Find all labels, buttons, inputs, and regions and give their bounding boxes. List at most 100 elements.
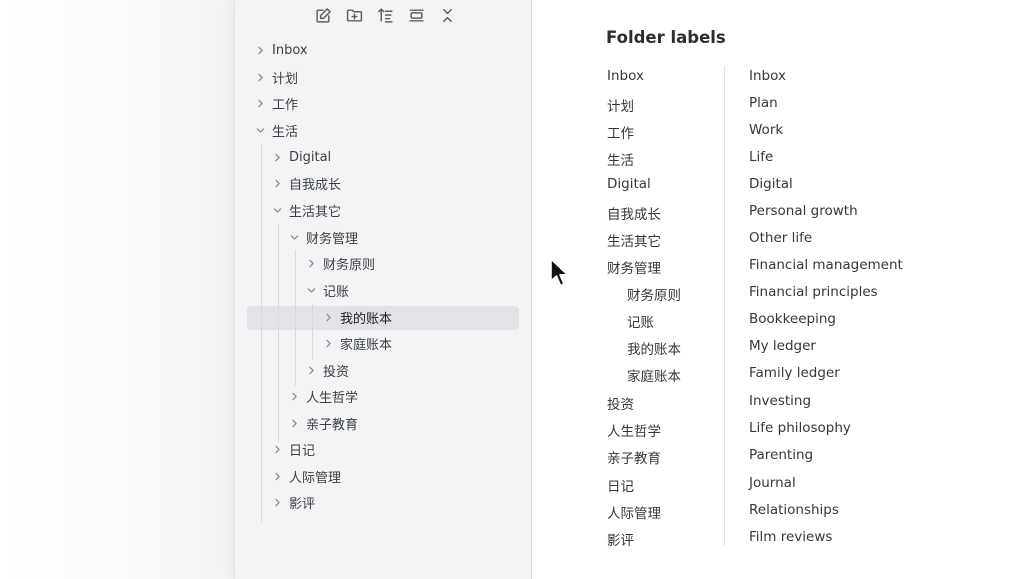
tree-item[interactable]: 投资 — [305, 358, 349, 383]
chevron-right-icon[interactable] — [271, 152, 283, 164]
label-original: 计划 — [607, 99, 634, 115]
tree-item[interactable]: 生活其它 — [271, 198, 341, 223]
mouse-cursor-icon — [550, 258, 569, 287]
label-translation: Personal growth — [749, 203, 858, 219]
tree-item-label: 人生哲学 — [306, 391, 359, 406]
chevron-right-icon[interactable] — [322, 338, 334, 350]
label-original: 家庭账本 — [627, 369, 681, 385]
label-translation: Work — [749, 122, 784, 138]
tree-item[interactable]: 人生哲学 — [288, 384, 358, 409]
chevron-right-icon[interactable] — [288, 391, 300, 403]
tree-item-label: 日记 — [289, 444, 316, 459]
tree-item-label: Digital — [289, 150, 332, 165]
tree-item-label: 计划 — [272, 72, 299, 87]
label-original: 人生哲学 — [607, 424, 661, 440]
explorer-toolbar — [313, 4, 458, 26]
chevron-right-icon[interactable] — [254, 72, 266, 84]
label-translation: Inbox — [749, 68, 786, 84]
tree-item[interactable]: 财务原则 — [305, 251, 375, 276]
tree-item[interactable]: 家庭账本 — [322, 331, 392, 356]
indent-guide — [312, 304, 313, 360]
new-folder-icon[interactable] — [344, 5, 365, 26]
tree-item-label: 人际管理 — [289, 471, 342, 486]
chevron-right-icon[interactable] — [254, 45, 266, 57]
indent-guide — [261, 144, 262, 522]
tree-item[interactable]: 自我成长 — [271, 171, 341, 196]
tree-item[interactable]: 人际管理 — [271, 464, 341, 489]
tree-item-label: 投资 — [323, 365, 350, 380]
collapse-panel-icon[interactable] — [406, 5, 427, 26]
label-translation: Other life — [749, 230, 813, 246]
label-original: 亲子教育 — [607, 451, 661, 467]
indent-guide — [295, 250, 296, 386]
tree-item[interactable]: 计划 — [254, 65, 298, 90]
sort-icon[interactable] — [375, 5, 396, 26]
label-original: 记账 — [627, 315, 654, 331]
panel-title: Folder labels — [606, 28, 726, 47]
label-original: 财务原则 — [627, 288, 681, 304]
label-translation: Life — [749, 149, 774, 165]
tree-item[interactable]: Digital — [271, 145, 331, 170]
label-original: Digital — [607, 176, 651, 192]
tree-item-label: Inbox — [272, 43, 308, 58]
label-translation: Financial management — [749, 257, 903, 273]
tree-item[interactable]: 生活 — [254, 118, 298, 143]
label-original: 人际管理 — [607, 506, 661, 522]
chevron-right-icon[interactable] — [271, 497, 283, 509]
chevron-right-icon[interactable] — [305, 365, 317, 377]
label-original: Inbox — [607, 68, 644, 84]
label-original: 生活 — [607, 153, 634, 169]
background-gutter — [0, 0, 234, 579]
tree-item-label: 我的账本 — [340, 312, 393, 327]
chevron-right-icon[interactable] — [305, 258, 317, 270]
chevron-right-icon[interactable] — [288, 418, 300, 430]
tree-item[interactable]: 工作 — [254, 91, 298, 116]
label-original: 影评 — [607, 533, 634, 549]
tree-item[interactable]: 我的账本 — [322, 305, 392, 330]
label-original: 投资 — [607, 397, 634, 413]
tree-item-label: 自我成长 — [289, 178, 342, 193]
label-translation: Relationships — [749, 502, 839, 518]
tree-item[interactable]: 亲子教育 — [288, 411, 358, 436]
tree-item[interactable]: 日记 — [271, 437, 315, 462]
tree-item[interactable]: Inbox — [254, 38, 308, 63]
chevron-down-icon[interactable] — [288, 232, 300, 244]
file-explorer-sidebar: Inbox 计划工作生活 Digital 自我成长生活其它财务管理财务原则记账我的账本… — [234, 0, 532, 579]
chevron-right-icon[interactable] — [322, 312, 334, 324]
label-original: 自我成长 — [607, 207, 661, 223]
label-original: 生活其它 — [607, 234, 661, 250]
tree-item-label: 生活其它 — [289, 205, 342, 220]
tree-item-label: 影评 — [289, 497, 316, 512]
label-translation: Financial principles — [749, 284, 878, 300]
chevron-right-icon[interactable] — [271, 471, 283, 483]
new-note-icon[interactable] — [313, 5, 334, 26]
tree-item[interactable]: 记账 — [305, 278, 349, 303]
collapse-all-icon[interactable] — [437, 5, 458, 26]
tree-item[interactable]: 财务管理 — [288, 225, 358, 250]
tree-item-label: 亲子教育 — [306, 418, 359, 433]
tree-item-label: 家庭账本 — [340, 338, 393, 353]
chevron-down-icon[interactable] — [271, 205, 283, 217]
tree-item-label: 生活 — [272, 125, 299, 140]
chevron-right-icon[interactable] — [254, 98, 266, 110]
label-translation: My ledger — [749, 338, 816, 354]
label-translation: Film reviews — [749, 529, 833, 545]
label-original: 日记 — [607, 479, 634, 495]
indent-guide — [278, 224, 279, 442]
label-translation: Life philosophy — [749, 420, 851, 436]
chevron-down-icon[interactable] — [305, 285, 317, 297]
chevron-right-icon[interactable] — [271, 178, 283, 190]
label-original: 我的账本 — [627, 342, 681, 358]
tree-item[interactable]: 影评 — [271, 490, 315, 515]
label-original: 工作 — [607, 126, 634, 142]
label-translation: Journal — [749, 475, 796, 491]
label-translation: Digital — [749, 176, 793, 192]
label-translation: Family ledger — [749, 365, 840, 381]
label-original: 财务管理 — [607, 261, 661, 277]
chevron-down-icon[interactable] — [254, 125, 266, 137]
chevron-right-icon[interactable] — [271, 444, 283, 456]
tree-item-label: 财务原则 — [323, 258, 376, 273]
label-translation: Investing — [749, 393, 812, 409]
label-translation: Bookkeeping — [749, 311, 836, 327]
column-divider — [724, 66, 725, 546]
